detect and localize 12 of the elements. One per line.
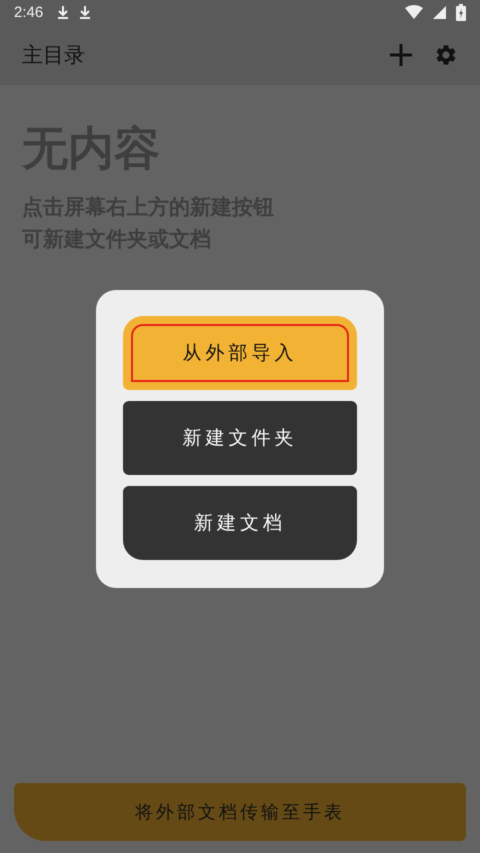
dialog-option[interactable]: 新建文件夹 bbox=[123, 401, 357, 475]
add-icon[interactable] bbox=[390, 44, 412, 66]
download-icon bbox=[57, 5, 70, 19]
download-icon bbox=[79, 5, 92, 19]
page-title: 主目录 bbox=[22, 42, 86, 68]
battery-icon bbox=[456, 4, 466, 20]
signal-icon bbox=[433, 6, 446, 18]
wifi-icon bbox=[405, 5, 423, 19]
dialog-option[interactable]: 新建文档 bbox=[123, 486, 357, 560]
status-time: 2:46 bbox=[14, 4, 44, 20]
settings-icon[interactable] bbox=[434, 42, 458, 66]
dialog-option[interactable]: 从外部导入 bbox=[123, 316, 357, 390]
